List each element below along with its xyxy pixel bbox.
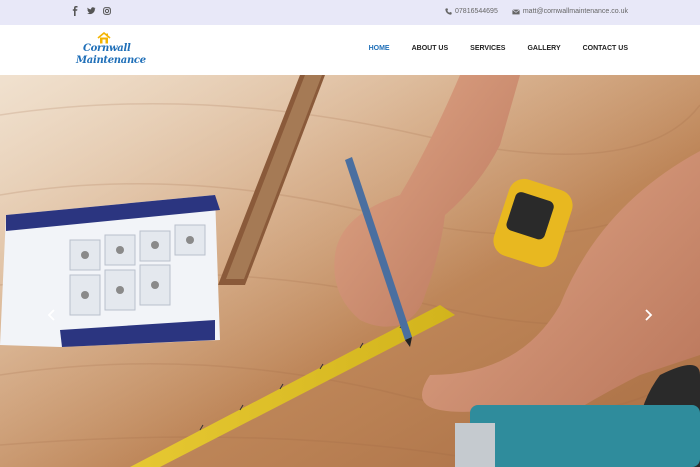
slider-next-arrow[interactable]: [642, 308, 654, 322]
nav-contact-us[interactable]: CONTACT US: [583, 45, 628, 52]
envelope-icon: [512, 8, 520, 14]
nav-home[interactable]: HOME: [369, 45, 390, 52]
twitter-icon[interactable]: [87, 6, 96, 16]
phone-icon: [445, 8, 452, 15]
nav-services[interactable]: SERVICES: [470, 45, 505, 52]
site-logo[interactable]: Cornwall Maintenance: [73, 30, 146, 70]
nav-about-us[interactable]: ABOUT US: [412, 45, 449, 52]
email-contact[interactable]: matt@cornwallmaintenance.co.uk: [512, 8, 628, 15]
contact-info: 07816544695 matt@cornwallmaintenance.co.…: [445, 8, 628, 15]
hero-image: [0, 75, 700, 467]
primary-menu: HOME ABOUT US SERVICES GALLERY CONTACT U…: [369, 45, 628, 52]
social-links: [71, 6, 111, 16]
hero-slider: [0, 75, 700, 467]
main-navbar: Cornwall Maintenance HOME ABOUT US SERVI…: [0, 25, 700, 76]
phone-contact[interactable]: 07816544695: [445, 8, 498, 15]
instagram-icon[interactable]: [103, 6, 111, 16]
slider-prev-arrow[interactable]: [46, 308, 58, 322]
logo-text-line1: Cornwall: [83, 43, 131, 54]
facebook-icon[interactable]: [71, 6, 79, 16]
logo-text-line2: Maintenance: [76, 55, 146, 66]
phone-number: 07816544695: [455, 8, 498, 15]
nav-gallery[interactable]: GALLERY: [527, 45, 560, 52]
top-bar: 07816544695 matt@cornwallmaintenance.co.…: [0, 0, 700, 25]
email-address: matt@cornwallmaintenance.co.uk: [522, 8, 628, 15]
